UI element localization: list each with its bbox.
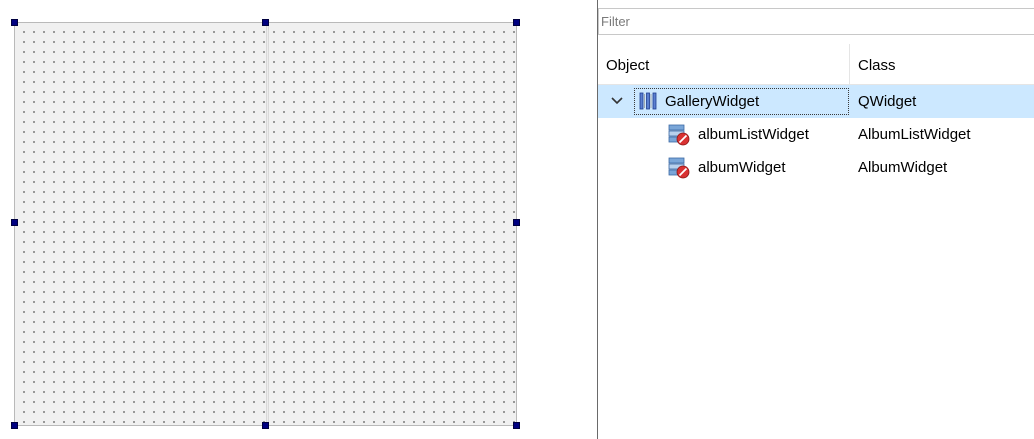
filter-field[interactable] (598, 8, 1034, 35)
column-header-object[interactable]: Object (598, 44, 850, 84)
chevron-down-icon[interactable] (610, 94, 624, 108)
class-name: QWidget (858, 93, 917, 110)
tree-row-albumwidget[interactable]: albumWidget AlbumWidget (598, 151, 1034, 184)
vertical-splitter-icon (639, 92, 657, 110)
designer-canvas-area (0, 0, 596, 439)
resize-handle-top-center[interactable] (262, 19, 269, 26)
resize-handle-top-right[interactable] (513, 19, 520, 26)
custom-widget-icon (668, 157, 690, 179)
tree-row-albumlistwidget[interactable]: albumListWidget AlbumListWidget (598, 118, 1034, 151)
object-tree: Object Class GalleryWidget QWidget album… (598, 44, 1034, 184)
resize-handle-bottom-right[interactable] (513, 422, 520, 429)
resize-handle-bottom-center[interactable] (262, 422, 269, 429)
resize-handle-middle-left[interactable] (11, 219, 18, 226)
class-name: AlbumWidget (858, 159, 948, 176)
object-name: albumListWidget (698, 126, 809, 143)
custom-widget-icon (668, 124, 690, 146)
tree-header: Object Class (598, 44, 1034, 85)
tree-row-gallerywidget[interactable]: GalleryWidget QWidget (598, 85, 1034, 118)
object-name: albumWidget (698, 159, 786, 176)
resize-handle-bottom-left[interactable] (11, 422, 18, 429)
filter-input[interactable] (601, 9, 1034, 34)
resize-handle-middle-right[interactable] (513, 219, 520, 226)
object-name: GalleryWidget (665, 93, 760, 110)
resize-handle-top-left[interactable] (11, 19, 18, 26)
object-inspector: Object Class GalleryWidget QWidget (598, 0, 1034, 439)
class-name: AlbumListWidget (858, 126, 971, 143)
splitter-handle[interactable] (266, 23, 269, 425)
column-header-class[interactable]: Class (850, 44, 1034, 84)
form-surface[interactable] (14, 22, 517, 426)
